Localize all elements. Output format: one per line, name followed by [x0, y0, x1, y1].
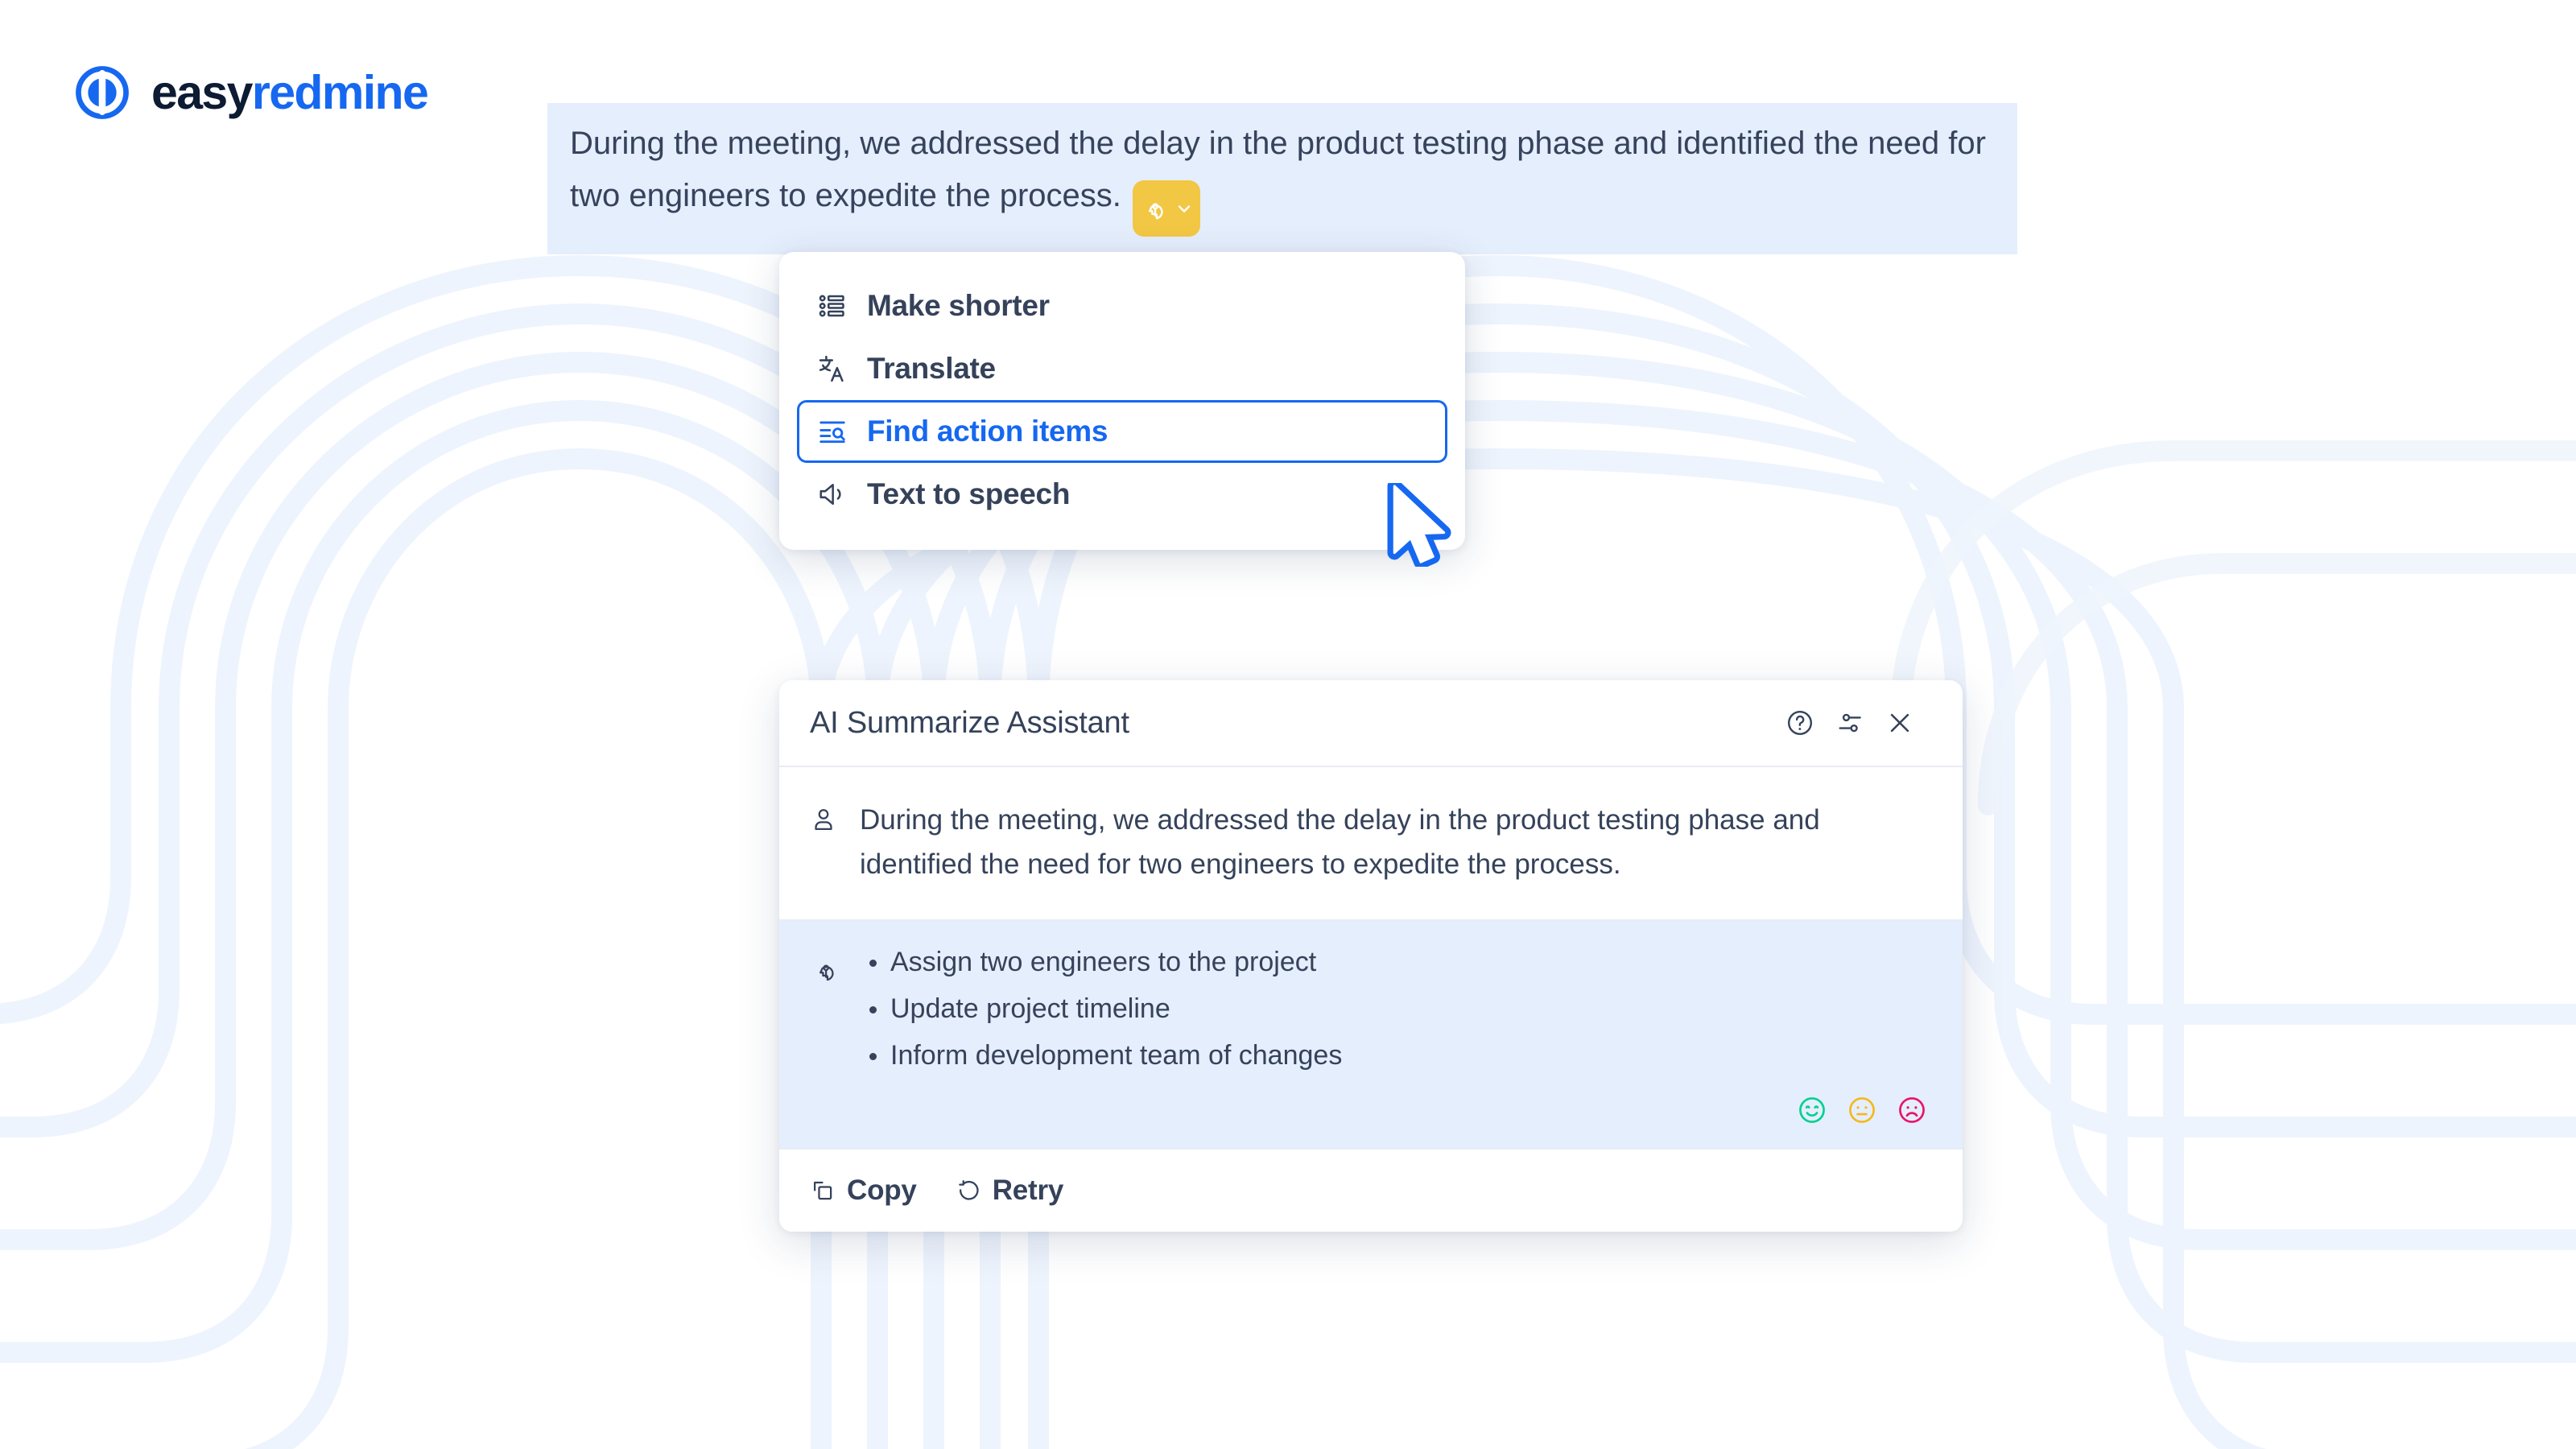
- ai-response-body: Assign two engineers to the project Upda…: [860, 948, 1927, 1125]
- list-item: Update project timeline: [860, 995, 1927, 1022]
- question-circle-icon[interactable]: [1785, 708, 1814, 737]
- highlighted-source-text-block: During the meeting, we addressed the del…: [547, 103, 2017, 254]
- smiley-neutral-icon[interactable]: [1847, 1095, 1877, 1125]
- assistant-panel-header: AI Summarize Assistant: [779, 680, 1963, 767]
- source-text: During the meeting, we addressed the del…: [570, 126, 1986, 213]
- menu-item-label: Make shorter: [867, 289, 1050, 322]
- menu-item-label: Translate: [867, 352, 996, 385]
- copy-button[interactable]: Copy: [810, 1174, 917, 1207]
- ai-feedback-row: [860, 1095, 1927, 1125]
- retry-button[interactable]: Retry: [956, 1174, 1063, 1207]
- chevron-down-icon: [1178, 205, 1191, 213]
- app-screenshot: easyredmine During the meeting, we addre…: [0, 0, 2576, 1449]
- menu-item-label: Text to speech: [867, 477, 1071, 510]
- list-bullets-icon: [819, 295, 844, 317]
- assistant-user-message: During the meeting, we addressed the del…: [779, 767, 1963, 921]
- menu-item-translate[interactable]: Translate: [797, 337, 1447, 400]
- copy-button-label: Copy: [847, 1174, 917, 1206]
- list-item: Inform development team of changes: [860, 1042, 1927, 1069]
- retry-arrow-icon: [958, 1179, 979, 1200]
- assistant-ai-response: Assign two engineers to the project Upda…: [779, 920, 1963, 1148]
- assistant-header-actions: [1785, 708, 1914, 737]
- retry-button-label: Retry: [992, 1174, 1064, 1206]
- menu-item-make-shorter[interactable]: Make shorter: [797, 275, 1447, 337]
- smiley-happy-icon[interactable]: [1797, 1095, 1827, 1125]
- logo-word-easy: easy: [151, 65, 253, 119]
- translate-icon: [819, 355, 844, 382]
- smiley-sad-icon[interactable]: [1897, 1095, 1927, 1125]
- ai-head-icon: [1148, 203, 1163, 220]
- sliders-settings-icon[interactable]: [1835, 708, 1864, 737]
- list-item: Assign two engineers to the project: [860, 948, 1927, 976]
- list-search-icon: [819, 421, 845, 444]
- ai-actions-dropdown-menu[interactable]: Make shorter Translate Find action items: [779, 252, 1465, 550]
- easyredmine-circle-mark-icon: [76, 66, 129, 119]
- assistant-panel-title: AI Summarize Assistant: [810, 705, 1129, 740]
- copy-icon: [814, 1181, 832, 1199]
- assistant-panel-footer: Copy Retry: [779, 1147, 1963, 1232]
- menu-item-find-action-items[interactable]: Find action items: [797, 400, 1447, 463]
- ai-action-items-list: Assign two engineers to the project Upda…: [860, 948, 1927, 1069]
- close-x-icon[interactable]: [1885, 708, 1914, 737]
- ai-assistant-inline-button[interactable]: [1132, 180, 1200, 237]
- logo-word-redmine: redmine: [251, 65, 429, 119]
- ai-summarize-assistant-panel: AI Summarize Assistant During the meetin…: [779, 680, 1963, 1232]
- ai-head-icon: [819, 964, 834, 980]
- logo-wordmark: easyredmine: [151, 65, 429, 119]
- menu-item-text-to-speech[interactable]: Text to speech: [797, 463, 1447, 526]
- user-avatar-icon: [815, 809, 832, 831]
- menu-item-label: Find action items: [867, 415, 1108, 448]
- speaker-icon: [819, 484, 841, 505]
- easyredmine-logo[interactable]: easyredmine: [71, 61, 429, 124]
- user-message-text: During the meeting, we addressed the del…: [860, 804, 1820, 881]
